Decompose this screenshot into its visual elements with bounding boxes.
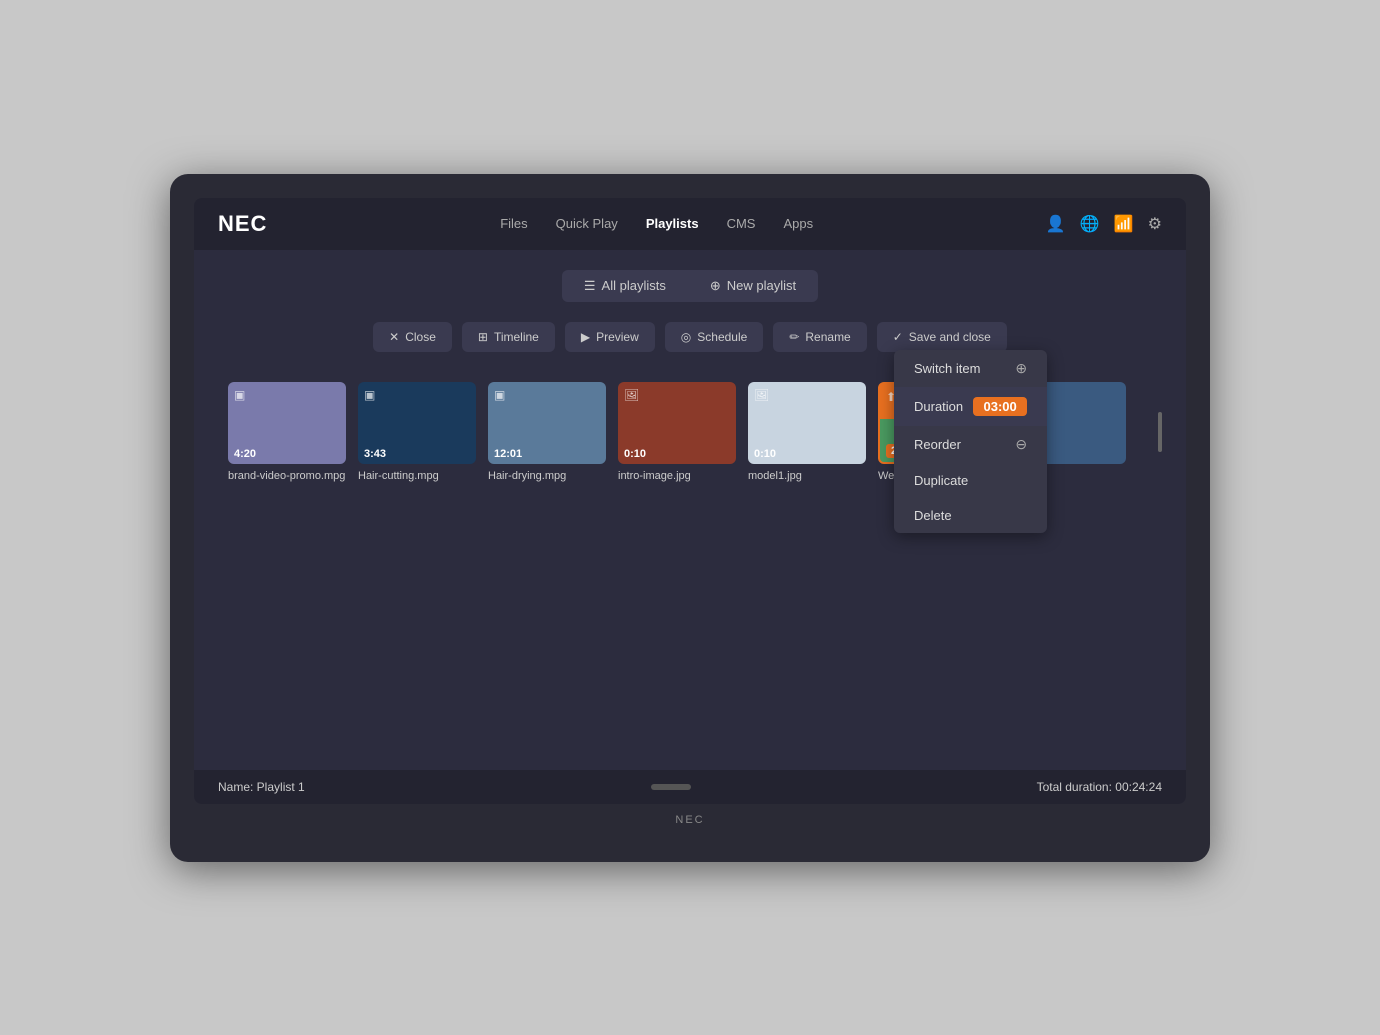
nav-playlists[interactable]: Playlists <box>646 216 699 231</box>
timeline-icon: ⊞ <box>478 330 488 344</box>
nav-links: Files Quick Play Playlists CMS Apps <box>500 216 813 231</box>
nav-files[interactable]: Files <box>500 216 527 231</box>
item-label-2: Hair-cutting.mpg <box>358 470 476 482</box>
scroll-indicator <box>1158 412 1162 452</box>
status-bar: Name: Playlist 1 Total duration: 00:24:2… <box>194 770 1186 804</box>
nav-cms[interactable]: CMS <box>727 216 756 231</box>
tv-brand-label: NEC <box>194 814 1186 826</box>
ctx-plus-icon: ⊕ <box>1015 360 1027 377</box>
ctx-delete[interactable]: Delete <box>894 498 1047 533</box>
ctx-delete-label: Delete <box>914 508 952 523</box>
duration-input[interactable] <box>973 397 1027 416</box>
playlist-item-2[interactable]: ▣ 3:43 Hair-cutting.mpg <box>358 382 476 482</box>
item-duration-4: 0:10 <box>624 448 646 460</box>
playlist-tabs: ☰ All playlists ⊕ New playlist <box>218 270 1162 302</box>
playlist-item-3[interactable]: ▣ 12:01 Hair-drying.mpg <box>488 382 606 482</box>
item-thumb-1: ▣ 4:20 <box>228 382 346 464</box>
item-label-3: Hair-drying.mpg <box>488 470 606 482</box>
schedule-label: Schedule <box>697 330 747 344</box>
total-duration: Total duration: 00:24:24 <box>1037 780 1162 794</box>
playlist-item-5[interactable]: 🖼 0:10 model1.jpg <box>748 382 866 482</box>
item-duration-5: 0:10 <box>754 448 776 460</box>
close-label: Close <box>405 330 436 344</box>
list-icon: ☰ <box>584 278 596 294</box>
status-center <box>305 784 1037 790</box>
video-icon-2: ▣ <box>364 388 375 402</box>
ctx-duration[interactable]: Duration <box>894 387 1047 426</box>
nav-bar: NEC Files Quick Play Playlists CMS Apps … <box>194 198 1186 250</box>
ctx-duplicate[interactable]: Duplicate <box>894 463 1047 498</box>
item-duration-1: 4:20 <box>234 448 256 460</box>
ctx-duplicate-label: Duplicate <box>914 473 968 488</box>
context-menu: Switch item ⊕ Duration Reorder ⊖ Duplica… <box>894 350 1047 533</box>
preview-label: Preview <box>596 330 639 344</box>
item-thumb-2: ▣ 3:43 <box>358 382 476 464</box>
ctx-switch-item[interactable]: Switch item ⊕ <box>894 350 1047 387</box>
user-icon[interactable]: 👤 <box>1046 214 1066 234</box>
video-icon-3: ▣ <box>494 388 505 402</box>
save-icon: ✓ <box>893 330 903 344</box>
nav-quickplay[interactable]: Quick Play <box>556 216 618 231</box>
duration-input-wrap <box>973 397 1027 416</box>
all-playlists-tab[interactable]: ☰ All playlists <box>562 270 688 302</box>
tv-display: NEC Files Quick Play Playlists CMS Apps … <box>170 174 1210 862</box>
status-handle <box>651 784 691 790</box>
rename-button[interactable]: ✏ Rename <box>773 322 866 352</box>
ctx-minus-icon: ⊖ <box>1015 436 1027 453</box>
play-icon: ▶ <box>581 330 590 344</box>
preview-button[interactable]: ▶ Preview <box>565 322 655 352</box>
ctx-reorder-label: Reorder <box>914 437 961 452</box>
close-button[interactable]: ✕ Close <box>373 322 452 352</box>
tv-screen: NEC Files Quick Play Playlists CMS Apps … <box>194 198 1186 804</box>
timeline-label: Timeline <box>494 330 539 344</box>
playlist-name: Name: Playlist 1 <box>218 780 305 794</box>
all-playlists-label: All playlists <box>602 278 666 293</box>
brand-logo: NEC <box>218 211 267 237</box>
image-icon-5: 🖼 <box>754 388 769 402</box>
wifi-icon[interactable]: 📶 <box>1114 214 1134 234</box>
item-label-5: model1.jpg <box>748 470 866 482</box>
save-close-button[interactable]: ✓ Save and close <box>877 322 1007 352</box>
nav-icons: 👤 🌐 📶 ⚙ <box>1046 214 1162 234</box>
globe-icon[interactable]: 🌐 <box>1080 214 1100 234</box>
nav-apps[interactable]: Apps <box>783 216 813 231</box>
item-thumb-4: 🖼 0:10 <box>618 382 736 464</box>
schedule-icon: ◎ <box>681 330 691 344</box>
playlist-item-1[interactable]: ▣ 4:20 brand-video-promo.mpg <box>228 382 346 482</box>
item-label-1: brand-video-promo.mpg <box>228 470 346 482</box>
close-icon: ✕ <box>389 330 399 344</box>
rename-label: Rename <box>805 330 850 344</box>
settings-icon[interactable]: ⚙ <box>1148 214 1162 234</box>
toolbar: ✕ Close ⊞ Timeline ▶ Preview ◎ Schedule … <box>218 322 1162 352</box>
item-duration-2: 3:43 <box>364 448 386 460</box>
playlist-item-4[interactable]: 🖼 0:10 intro-image.jpg <box>618 382 736 482</box>
rename-icon: ✏ <box>789 330 799 344</box>
item-thumb-5: 🖼 0:10 <box>748 382 866 464</box>
item-label-4: intro-image.jpg <box>618 470 736 482</box>
video-icon-1: ▣ <box>234 388 245 402</box>
item-thumb-3: ▣ 12:01 <box>488 382 606 464</box>
new-playlist-label: New playlist <box>727 278 796 293</box>
ctx-switch-label: Switch item <box>914 361 980 376</box>
ctx-reorder[interactable]: Reorder ⊖ <box>894 426 1047 463</box>
content-area: ☰ All playlists ⊕ New playlist ✕ Close ⊞… <box>194 250 1186 770</box>
new-playlist-tab[interactable]: ⊕ New playlist <box>688 270 818 302</box>
schedule-button[interactable]: ◎ Schedule <box>665 322 764 352</box>
ctx-duration-label: Duration <box>914 399 963 414</box>
add-icon: ⊕ <box>710 278 721 294</box>
image-icon-4: 🖼 <box>624 388 639 402</box>
timeline-button[interactable]: ⊞ Timeline <box>462 322 555 352</box>
save-close-label: Save and close <box>909 330 991 344</box>
item-duration-3: 12:01 <box>494 448 522 460</box>
